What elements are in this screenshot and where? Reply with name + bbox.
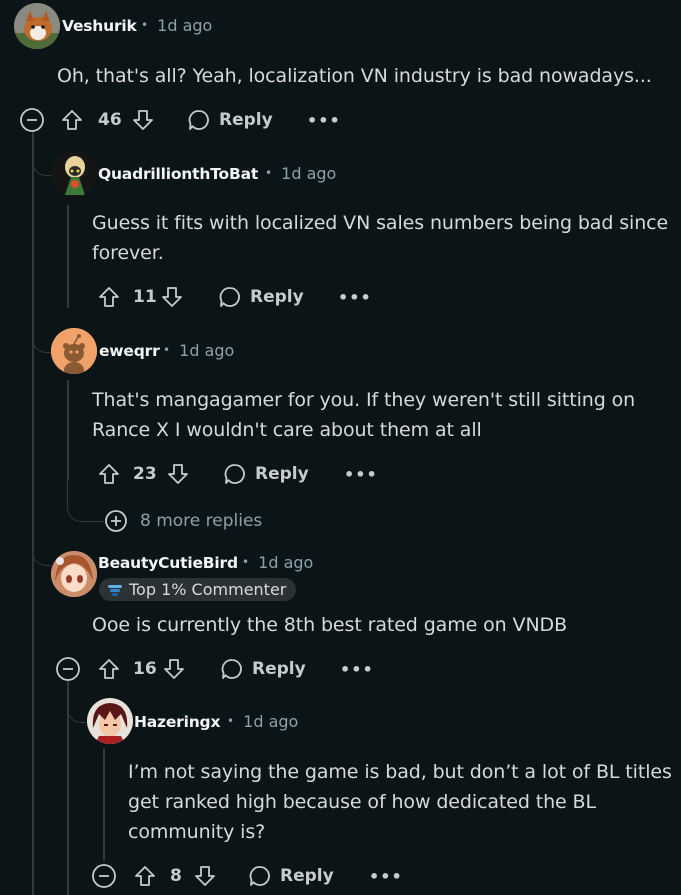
reply-button[interactable]: Reply [218,285,304,309]
separator-dot: • [141,18,149,32]
username[interactable]: QuadrillionthToBat [98,165,258,183]
timestamp[interactable]: 1d ago [281,164,336,183]
avatar[interactable] [51,151,97,197]
upvote-arrow-icon[interactable] [98,658,120,680]
upvote-arrow-icon[interactable] [98,463,120,485]
upvote-arrow-icon[interactable] [134,865,156,887]
comment-actions: 23 Reply ••• [98,459,377,489]
speech-bubble-icon [224,464,245,484]
comment-body-line: community is? [128,821,266,843]
comment-body-line: I’m not saying the game is bad, but don’… [128,761,672,783]
ellipsis-icon[interactable]: ••• [340,660,374,679]
comment-body: Guess it fits with localized VN sales nu… [92,208,668,268]
flair-label: Top 1% Commenter [129,580,287,599]
comment-meta: • 1d ago [163,341,234,360]
username[interactable]: eweqrr [99,342,160,360]
ellipsis-icon[interactable]: ••• [344,465,378,484]
downvote-arrow-icon[interactable] [163,658,185,680]
upvote-arrow-icon[interactable] [98,286,120,308]
timestamp[interactable]: 1d ago [243,712,298,731]
vote-score: 16 [133,659,157,679]
timestamp[interactable]: 1d ago [179,341,234,360]
more-replies-label: 8 more replies [140,511,263,531]
separator-dot: • [163,343,171,357]
user-flair: Top 1% Commenter [99,578,297,601]
separator-dot: • [227,714,235,728]
plus-circle-icon [105,510,127,532]
comment-body-line: That's mangagamer for you. If they weren… [92,389,636,411]
minus-circle-icon[interactable] [55,656,81,682]
thread-line-c2 [67,205,69,308]
comment-body: Ooe is currently the 8th best rated game… [92,610,567,640]
comment-meta: • 1d ago [242,553,313,572]
vote-score: 46 [98,110,122,130]
reply-label: Reply [255,464,309,484]
reply-button[interactable]: Reply [187,108,273,132]
timestamp[interactable]: 1d ago [258,553,313,572]
comment-actions: 16 Reply ••• [55,654,373,684]
minus-circle-icon[interactable] [19,107,45,133]
comment-body: That's mangagamer for you. If they weren… [92,385,635,445]
reply-button[interactable]: Reply [220,657,306,681]
thread-connector-4 [32,352,51,566]
username[interactable]: Veshurik [62,17,137,35]
speech-bubble-icon [249,866,270,886]
thread-connector-2 [32,132,51,176]
downvote-arrow-icon[interactable] [161,286,183,308]
comment-body-line: forever. [92,242,164,264]
separator-dot: • [265,166,273,180]
comment-body-line: Ooe is currently the 8th best rated game… [92,614,568,636]
flair-badge-icon [108,584,122,596]
comment-actions: 8 Reply ••• [91,861,402,891]
avatar[interactable] [87,698,133,744]
reply-label: Reply [250,287,304,307]
comment-body-line: Rance X I wouldn't care about them at al… [92,419,482,441]
more-replies-link[interactable]: 8 more replies [104,509,262,533]
comment-actions: 11 Reply ••• [98,282,371,312]
thread-line-c3 [67,380,69,480]
timestamp[interactable]: 1d ago [157,16,212,35]
comment-meta: • 1d ago [141,16,212,35]
downvote-arrow-icon[interactable] [132,109,154,131]
ellipsis-icon[interactable]: ••• [307,111,341,130]
thread-connector-3 [32,175,51,353]
comment-meta: • 1d ago [227,712,298,731]
comment-body: Oh, that's all? Yeah, localization VN in… [57,61,652,91]
thread-line-c5 [103,748,105,861]
comment-body: I’m not saying the game is bad, but don’… [128,757,672,847]
username[interactable]: Hazeringx [134,713,220,731]
comment-meta: • 1d ago [265,164,336,183]
speech-bubble-icon [188,110,209,130]
vote-score: 8 [170,866,182,886]
vote-score: 23 [133,464,157,484]
avatar[interactable] [51,551,97,597]
reply-label: Reply [252,659,306,679]
username[interactable]: BeautyCutieBird [98,554,238,572]
comment-body-line: get ranked high because of how dedicated… [128,791,596,813]
downvote-arrow-icon[interactable] [167,463,189,485]
comment-actions: 46 Reply ••• [19,105,341,135]
reply-button[interactable]: Reply [248,864,334,888]
ellipsis-icon[interactable]: ••• [369,867,403,886]
separator-dot: • [242,555,250,569]
speech-bubble-icon [219,287,240,307]
comment-body-line: Guess it fits with localized VN sales nu… [92,212,669,234]
comment-body-line: Oh, that's all? Yeah, localization VN in… [57,65,652,87]
reply-button[interactable]: Reply [223,462,309,486]
reply-label: Reply [219,110,273,130]
thread-connector-5 [67,680,86,723]
reply-label: Reply [280,866,334,886]
ellipsis-icon[interactable]: ••• [338,288,372,307]
avatar[interactable] [51,328,97,374]
upvote-arrow-icon[interactable] [61,109,83,131]
avatar[interactable] [14,3,60,49]
downvote-arrow-icon[interactable] [194,865,216,887]
vote-score: 11 [133,287,157,307]
minus-circle-icon[interactable] [91,863,117,889]
speech-bubble-icon [221,659,242,679]
